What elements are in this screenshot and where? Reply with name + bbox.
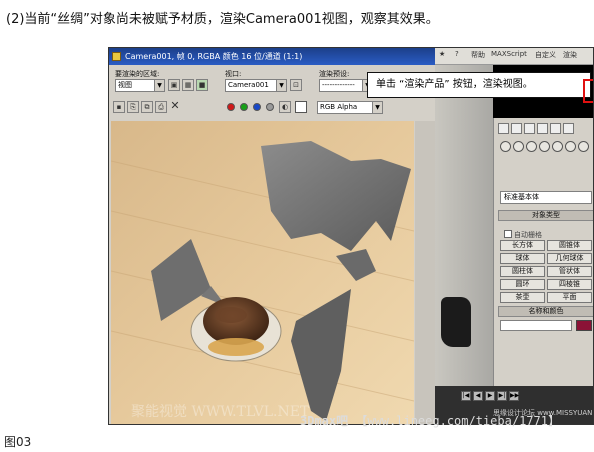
- torus-button[interactable]: 圆环: [500, 279, 545, 290]
- render-production-highlight: [583, 79, 593, 103]
- watermark-brand: 3Dmax吧: [300, 414, 349, 428]
- chocolate-logo: [215, 307, 247, 323]
- cylinder-button[interactable]: 圆柱体: [500, 266, 545, 277]
- plane-button[interactable]: 平面: [547, 292, 592, 303]
- print-icon[interactable]: ⎙: [155, 101, 167, 113]
- motion-tab-icon[interactable]: [537, 123, 548, 134]
- menu-maxscript[interactable]: MAXScript: [491, 50, 527, 58]
- chevron-down-icon: ▼: [276, 80, 286, 91]
- prev-frame-icon[interactable]: ◀: [473, 391, 483, 401]
- menu-customize[interactable]: 自定义: [535, 50, 556, 60]
- play-icon[interactable]: ▶: [485, 391, 495, 401]
- object-color-swatch[interactable]: [576, 320, 592, 331]
- goto-start-icon[interactable]: |◀: [461, 391, 471, 401]
- viewport-strip: [435, 65, 493, 424]
- autogrid-checkbox[interactable]: 自动栅格: [504, 230, 542, 240]
- primitive-type-select[interactable]: 标准基本体: [500, 191, 592, 204]
- modify-tab-icon[interactable]: [511, 123, 522, 134]
- create-tab-icon[interactable]: [498, 123, 509, 134]
- figure-label: 图03: [4, 435, 32, 449]
- app-icon: [112, 52, 121, 61]
- viewport-select[interactable]: Camera001 ▼: [225, 79, 287, 92]
- cup-base: [208, 338, 264, 356]
- cone-button[interactable]: 圆锥体: [547, 240, 592, 251]
- callout-box: 单击 “渲染产品” 按钮，渲染视图。: [367, 72, 591, 98]
- star-icon[interactable]: ★: [439, 50, 445, 58]
- area-select[interactable]: 视图 ▼: [115, 79, 165, 92]
- lights-icon[interactable]: [526, 141, 537, 152]
- viewport-label: 视口:: [225, 70, 242, 78]
- edit-region-icon[interactable]: ▣: [168, 79, 180, 91]
- copy-icon[interactable]: ⎘: [127, 101, 139, 113]
- channel-select[interactable]: RGB Alpha ▼: [317, 101, 383, 114]
- lock-viewport-icon[interactable]: ⊡: [290, 79, 302, 91]
- tube-button[interactable]: 管状体: [547, 266, 592, 277]
- screenshot: Camera001, 帧 0, RGBA 颜色 16 位/通道 (1:1) 要渲…: [108, 47, 594, 425]
- color-swatch[interactable]: [295, 101, 307, 113]
- help-icon[interactable]: ?: [455, 50, 459, 58]
- geometry-icon[interactable]: [500, 141, 511, 152]
- render-window-title: Camera001, 帧 0, RGBA 颜色 16 位/通道 (1:1): [125, 52, 303, 61]
- lock-icon[interactable]: ■: [196, 79, 208, 91]
- render-frame-window: Camera001, 帧 0, RGBA 颜色 16 位/通道 (1:1) 要渲…: [109, 48, 435, 424]
- caption: (2)当前“丝绸”对象尚未被赋予材质，渲染Camera001视图，观察其效果。: [6, 12, 439, 27]
- rendered-image: 聚能视觉 WWW.TLVL.NET: [111, 121, 414, 424]
- next-frame-icon[interactable]: ▶|: [497, 391, 507, 401]
- mono-icon[interactable]: ◐: [279, 101, 291, 113]
- box-button[interactable]: 长方体: [500, 240, 545, 251]
- shapes-icon[interactable]: [513, 141, 524, 152]
- site-watermark: 3Dmax吧 【www.lineeg.com/tieba/1771】: [300, 412, 560, 429]
- cameras-icon[interactable]: [539, 141, 550, 152]
- main-menubar: ★ ? 帮助 MAXScript 自定义 渲染: [435, 48, 593, 65]
- helpers-icon[interactable]: [552, 141, 563, 152]
- clone-icon[interactable]: ⧉: [141, 101, 153, 113]
- blue-channel-icon[interactable]: [253, 103, 261, 111]
- pyramid-button[interactable]: 四棱锥: [547, 279, 592, 290]
- preset-label: 渲染预设:: [319, 70, 350, 78]
- alpha-channel-icon[interactable]: [266, 103, 274, 111]
- channel-select-value: RGB Alpha: [320, 103, 358, 111]
- render-scene: [111, 121, 414, 424]
- render-window-titlebar[interactable]: Camera001, 帧 0, RGBA 颜色 16 位/通道 (1:1): [109, 48, 435, 65]
- spacewarps-icon[interactable]: [565, 141, 576, 152]
- command-panel: 标准基本体 对象类型 自动栅格 长方体 圆锥体 球体 几何球体 圆柱体 管状体 …: [493, 118, 593, 424]
- chevron-down-icon: ▼: [154, 80, 164, 91]
- green-channel-icon[interactable]: [240, 103, 248, 111]
- object-name-field[interactable]: [500, 320, 572, 331]
- geosphere-button[interactable]: 几何球体: [547, 253, 592, 264]
- watermark-url: 【www.lineeg.com/tieba/1771】: [355, 414, 560, 428]
- render-watermark: 聚能视觉 WWW.TLVL.NET: [131, 404, 310, 420]
- menu-help[interactable]: 帮助: [471, 50, 485, 60]
- viewport-select-value: Camera001: [228, 81, 269, 89]
- area-select-value: 视图: [118, 81, 132, 89]
- preset-select-value: -------------: [322, 81, 355, 89]
- render-scrollbar[interactable]: [415, 121, 435, 424]
- utilities-tab-icon[interactable]: [563, 123, 574, 134]
- red-channel-icon[interactable]: [227, 103, 235, 111]
- clear-icon[interactable]: ✕: [169, 100, 181, 113]
- viewport-object: [441, 297, 471, 347]
- name-color-rollout[interactable]: 名称和颜色: [498, 306, 593, 317]
- teapot-button[interactable]: 茶壶: [500, 292, 545, 303]
- preset-select[interactable]: ------------- ▼: [319, 79, 373, 92]
- area-label: 要渲染的区域:: [115, 70, 160, 78]
- systems-icon[interactable]: [578, 141, 589, 152]
- object-type-rollout[interactable]: 对象类型: [498, 210, 593, 221]
- display-tab-icon[interactable]: [550, 123, 561, 134]
- hierarchy-tab-icon[interactable]: [524, 123, 535, 134]
- menu-render[interactable]: 渲染: [563, 50, 577, 60]
- auto-region-icon[interactable]: ▦: [182, 79, 194, 91]
- primitive-type-value: 标准基本体: [504, 193, 539, 201]
- save-icon[interactable]: ▪: [113, 101, 125, 113]
- sphere-button[interactable]: 球体: [500, 253, 545, 264]
- chevron-down-icon: ▼: [372, 102, 382, 113]
- goto-end-icon[interactable]: ▶▶: [509, 391, 519, 401]
